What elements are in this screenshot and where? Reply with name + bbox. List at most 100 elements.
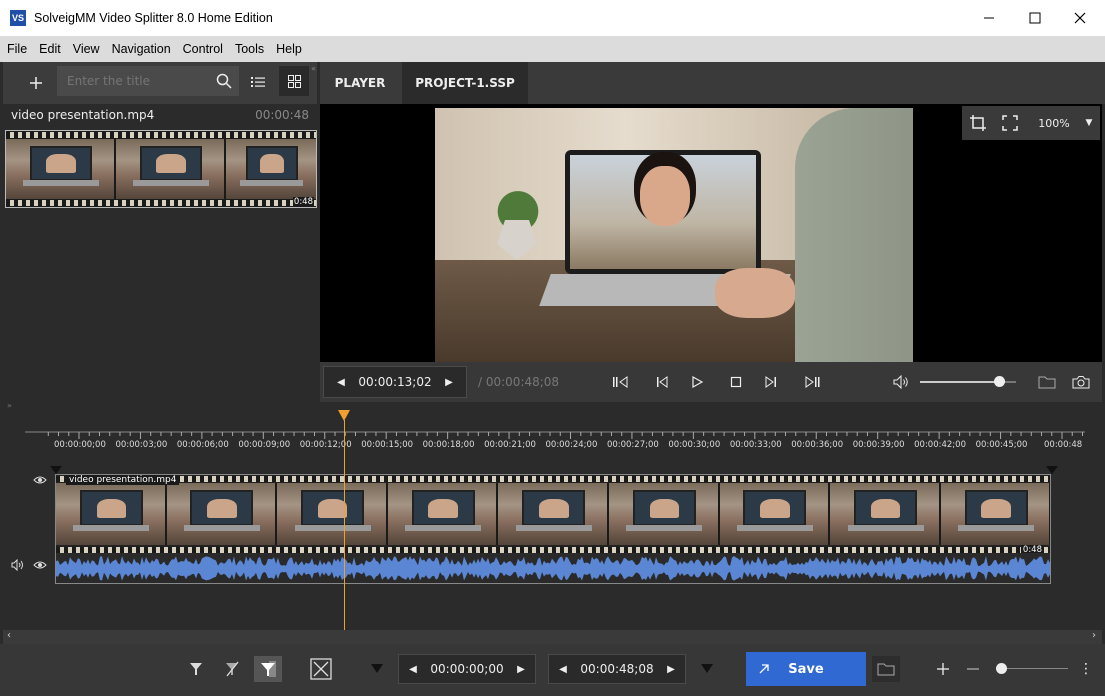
zoom-slider-handle[interactable] xyxy=(996,663,1007,674)
library-thumbnail[interactable]: 0:48 xyxy=(5,130,317,208)
scroll-right-arrow[interactable]: › xyxy=(1092,630,1096,641)
sprocket-strip xyxy=(6,200,316,206)
volume-button[interactable] xyxy=(890,370,914,394)
minimize-icon xyxy=(984,17,994,19)
play-button[interactable] xyxy=(684,370,710,394)
zoom-dropdown-icon[interactable]: ▼ xyxy=(1082,106,1096,140)
end-marker-icon[interactable] xyxy=(1046,466,1058,474)
maximize-button[interactable] xyxy=(1012,0,1058,36)
marker-remove-icon xyxy=(226,661,239,677)
jump-end-button[interactable] xyxy=(800,370,826,394)
menu-control[interactable]: Control xyxy=(176,42,228,56)
marker-down-icon xyxy=(371,664,383,673)
current-time[interactable]: 00:00:13;02 xyxy=(358,375,431,389)
fullscreen-icon xyxy=(1002,115,1018,131)
save-arrow-icon xyxy=(759,664,769,674)
scroll-left-arrow[interactable]: ‹ xyxy=(7,630,11,641)
search-button[interactable] xyxy=(209,66,239,96)
start-marker-icon[interactable] xyxy=(50,466,62,474)
volume-slider[interactable] xyxy=(920,376,1016,387)
ruler-tick-label: 00:00:36;00 xyxy=(791,440,844,450)
zoom-out-button[interactable] xyxy=(962,656,984,682)
tab-project[interactable]: PROJECT-1.SSP xyxy=(402,62,528,104)
ruler-tick-label: 00:00:27;00 xyxy=(606,440,659,450)
ruler-tick-label: 00:00:21;00 xyxy=(484,440,536,450)
tab-player[interactable]: PLAYER xyxy=(320,62,400,104)
close-icon xyxy=(1074,12,1086,24)
add-file-button[interactable] xyxy=(21,68,51,98)
start-marker-button[interactable] xyxy=(366,658,388,680)
jump-start-button[interactable] xyxy=(607,370,633,394)
crop-button[interactable] xyxy=(962,106,994,140)
end-marker-button[interactable] xyxy=(696,658,718,680)
audio-track-eye-icon[interactable] xyxy=(33,560,47,570)
clip-frame xyxy=(277,483,388,545)
ruler-tick-label: 00:00:00;00 xyxy=(54,440,106,450)
playhead[interactable] xyxy=(338,410,351,630)
start-time[interactable]: 00:00:00;00 xyxy=(430,662,503,676)
collapse-panel-icon[interactable]: « xyxy=(311,64,316,73)
step-forward-button[interactable] xyxy=(758,370,784,394)
menu-help[interactable]: Help xyxy=(269,42,307,56)
prev-frame-arrow[interactable]: ◀ xyxy=(330,367,352,397)
audio-track-speaker-icon[interactable] xyxy=(11,559,25,571)
volume-handle[interactable] xyxy=(993,376,1005,387)
time-ruler[interactable]: 00:00:00;00 00:00:03;00 00:00:06;00 00:00:0… xyxy=(3,426,1102,456)
clip-frame xyxy=(719,483,831,545)
output-folder-button[interactable] xyxy=(872,656,900,682)
video-track-eye-icon[interactable] xyxy=(33,475,47,485)
timeline-zoom-slider[interactable] xyxy=(996,663,1068,674)
thumbnail-frame xyxy=(226,139,316,199)
next-frame-arrow[interactable]: ▶ xyxy=(438,367,460,397)
ruler-tick-label: 00:00:30;00 xyxy=(668,440,721,450)
snapshot-button[interactable] xyxy=(1068,370,1094,394)
tab-bar: PLAYER PROJECT-1.SSP xyxy=(320,62,1105,104)
timeline-clip[interactable]: video presentation.mp4 0:48 xyxy=(55,474,1051,584)
step-forward-icon xyxy=(765,376,776,388)
expand-timeline-icon[interactable]: » xyxy=(7,401,12,410)
cut-segment-button[interactable] xyxy=(254,656,282,682)
remove-marker-button[interactable] xyxy=(218,656,246,682)
grid-view-button[interactable] xyxy=(279,66,309,96)
start-time-next-arrow[interactable]: ▶ xyxy=(511,655,531,683)
plus-icon xyxy=(937,663,949,675)
view-controls: 100% ▼ xyxy=(962,106,1100,140)
trim-button[interactable] xyxy=(306,656,336,682)
video-player[interactable]: 100% ▼ xyxy=(320,104,1102,362)
grid-icon xyxy=(287,74,301,88)
menu-navigation[interactable]: Navigation xyxy=(105,42,176,56)
close-button[interactable] xyxy=(1057,0,1103,36)
add-marker-button[interactable] xyxy=(182,656,210,682)
minimize-button[interactable] xyxy=(966,0,1012,36)
step-back-icon xyxy=(657,376,668,388)
start-time-prev-arrow[interactable]: ◀ xyxy=(403,655,423,683)
timeline-scrollbar[interactable]: ‹ › xyxy=(3,630,1102,644)
fullscreen-button[interactable] xyxy=(994,106,1026,140)
stop-button[interactable] xyxy=(723,370,749,394)
library-toolbar xyxy=(3,62,317,104)
clip-name: video presentation.mp4 xyxy=(66,475,180,485)
end-time-next-arrow[interactable]: ▶ xyxy=(661,655,681,683)
sprocket-strip xyxy=(6,132,316,138)
end-time-prev-arrow[interactable]: ◀ xyxy=(553,655,573,683)
menu-file[interactable]: File xyxy=(0,42,32,56)
open-folder-button[interactable] xyxy=(1034,370,1060,394)
crop-icon xyxy=(970,115,986,131)
end-time[interactable]: 00:00:48;08 xyxy=(580,662,653,676)
zoom-level[interactable]: 100% xyxy=(1026,106,1082,140)
total-time: / 00:00:48;08 xyxy=(478,375,560,389)
waveform-path xyxy=(56,556,1050,581)
ruler-tick-label: 00:00:09;00 xyxy=(238,440,291,450)
menu-tools[interactable]: Tools xyxy=(228,42,269,56)
more-options-icon[interactable]: ⋮ xyxy=(1078,656,1094,682)
menu-edit[interactable]: Edit xyxy=(32,42,66,56)
search-input[interactable] xyxy=(57,66,209,96)
save-button[interactable]: Save xyxy=(746,652,866,686)
zoom-in-button[interactable] xyxy=(932,656,954,682)
list-view-button[interactable] xyxy=(245,68,271,96)
menu-view[interactable]: View xyxy=(66,42,105,56)
start-time-box: ◀ 00:00:00;00 ▶ xyxy=(398,654,536,684)
timeline[interactable]: » 00:00:00;00 00:00:03;00 00:00:06;00 00:00… xyxy=(3,401,1102,630)
thumbnail-frame xyxy=(6,139,116,199)
step-back-button[interactable] xyxy=(649,370,675,394)
